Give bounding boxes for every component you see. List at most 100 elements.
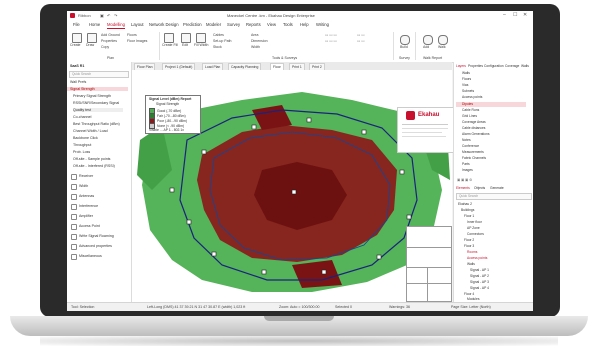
close-button[interactable]: ✕ [523, 12, 527, 18]
menu-reports[interactable]: Reports [246, 22, 261, 27]
layer-item[interactable]: Cable Runs [462, 108, 479, 112]
ribbon-cables[interactable]: Cables [213, 33, 224, 37]
ribbon-build[interactable]: Build [400, 45, 408, 49]
ribbon-extra-1[interactable]: ▭ ▭ ▭ [325, 33, 337, 37]
menu-layout[interactable]: Layout [131, 22, 144, 27]
menu-prediction[interactable]: Prediction [183, 22, 202, 27]
build-icon[interactable] [400, 35, 410, 45]
layer-item[interactable]: Measurements [462, 150, 484, 154]
left-search-field[interactable]: Quick Search [69, 71, 129, 78]
left-item-0[interactable]: Wall Prefs [70, 80, 86, 84]
ribbon-dimension[interactable]: Dimension [251, 39, 268, 43]
menu-modelling[interactable]: Modelling [107, 22, 125, 29]
status-warnings[interactable]: Warnings: 36 [389, 305, 410, 309]
tree-node[interactable]: Rooms [467, 250, 477, 254]
menu-view[interactable]: View [267, 22, 276, 27]
left-item-18[interactable]: Access Point [79, 224, 100, 228]
ribbon-extra-4[interactable]: ▭ ▭ [357, 39, 365, 43]
layer-item[interactable]: Grid Lines [462, 114, 477, 118]
left-item-8[interactable]: Backbone Click [73, 136, 98, 140]
fill-width-icon[interactable] [196, 33, 206, 43]
layer-tools-icons[interactable]: ▣ ▣ ▣ ⚙ [457, 178, 472, 182]
ribbon-copy[interactable]: Copy [101, 45, 109, 49]
left-item-10[interactable]: Prob. Loss [73, 150, 90, 154]
left-item-11[interactable]: Off-site - Sample points [73, 157, 110, 161]
lower-tab-objects[interactable]: Objects [474, 186, 485, 190]
left-item-21[interactable]: Miscellaneous [79, 254, 102, 258]
ribbon-add-ground[interactable]: Add Ground [101, 33, 120, 37]
ribbon-floor-images[interactable]: Floor Images [127, 39, 147, 43]
lower-tab-elements[interactable]: Elements [456, 186, 470, 190]
layer-item[interactable]: Subnets [462, 89, 474, 93]
ribbon-draw-label[interactable]: Draw [86, 43, 94, 47]
walk-icon[interactable] [438, 35, 448, 45]
ribbon-extra-2[interactable]: ▭ ▭ ▭ [325, 39, 337, 43]
tree-node[interactable]: Inner floor [467, 220, 482, 224]
ribbon-walk[interactable]: Walk [438, 45, 446, 49]
right-tab-configuration[interactable]: Configuration [484, 64, 504, 68]
ribbon-width[interactable]: Width [251, 45, 260, 49]
tree-node[interactable]: Walls [467, 262, 475, 266]
tree-node[interactable]: Buildings [461, 208, 474, 212]
ribbon-floors[interactable]: Floors [127, 33, 137, 37]
layer-item[interactable]: Coverage Areas [462, 120, 486, 124]
tree-node[interactable]: Floor 1 [464, 214, 474, 218]
quick-access-redo-icon[interactable]: ↷ [114, 13, 117, 18]
menu-writing[interactable]: Writing [316, 22, 329, 27]
layer-item[interactable]: Cable distances [462, 126, 485, 130]
menu-help[interactable]: Help [300, 22, 309, 27]
layer-item[interactable]: Notes [462, 138, 471, 142]
minimize-button[interactable]: – [503, 12, 506, 18]
layer-item[interactable]: Alarm Generations [462, 132, 490, 136]
left-item-15[interactable]: Antennas [79, 194, 94, 198]
right-tab-coverage[interactable]: Coverage [505, 64, 519, 68]
layer-item[interactable]: Fabric Channels [462, 156, 486, 160]
tree-node[interactable]: Signal - AP 4 [470, 286, 489, 290]
ribbon-stock[interactable]: Stock [213, 45, 222, 49]
left-item-2[interactable]: Primary Signal Strength [73, 94, 111, 98]
right-tab-layers[interactable]: Layers [456, 64, 466, 68]
ribbon-edit[interactable]: Edit [182, 43, 188, 47]
layer-item[interactable]: Images [462, 168, 473, 172]
maximize-button[interactable]: ☐ [513, 12, 517, 18]
coverage-legend[interactable]: Signal Level (dBm) Report Signal Strengt… [145, 95, 201, 134]
ribbon-add[interactable]: Add [423, 45, 429, 49]
left-item-3[interactable]: RSSI/SNR/Secondary Signal [73, 101, 119, 105]
ribbon-properties[interactable]: Properties [101, 39, 117, 43]
menu-home[interactable]: Home [89, 22, 100, 27]
create-fill-icon[interactable] [164, 33, 174, 43]
ribbon-create-fill[interactable]: Create Fill [162, 43, 178, 47]
tree-node[interactable]: Floor 3 [464, 244, 474, 248]
tree-node[interactable]: Floor 2 [464, 238, 474, 242]
menu-file[interactable]: File [73, 22, 80, 27]
ribbon-area[interactable]: Area [251, 33, 258, 37]
layer-item[interactable]: Walls [462, 71, 470, 75]
left-item-14[interactable]: Width [79, 184, 88, 188]
layer-item[interactable]: Access points [462, 95, 482, 99]
right-tab-walls[interactable]: Walls [521, 64, 529, 68]
tree-node[interactable]: AP Zone [467, 226, 480, 230]
tree-node[interactable]: Connectors [467, 232, 484, 236]
ribbon-fill-width[interactable]: Fill Width [194, 43, 208, 47]
tree-node[interactable]: Access points [467, 256, 487, 260]
right-tab-properties[interactable]: Properties [468, 64, 483, 68]
layer-item[interactable]: Parts [462, 162, 470, 166]
left-item-20[interactable]: Advanced properties [79, 244, 112, 248]
tree-node[interactable]: Signal - AP 3 [470, 280, 489, 284]
quick-access-undo-icon[interactable]: ↶ [107, 13, 110, 18]
draw-icon[interactable] [87, 33, 97, 43]
tree-node[interactable]: Signal - AP 1 [470, 268, 489, 272]
edit-icon[interactable] [181, 33, 191, 43]
quick-access-save-icon[interactable]: ▣ [100, 13, 104, 18]
tree-node[interactable]: Modules [467, 297, 479, 301]
menu-modeler[interactable]: Modeler [206, 22, 221, 27]
ribbon-setup-path[interactable]: Set-up Path [213, 39, 231, 43]
layer-item[interactable]: Conference [462, 144, 479, 148]
menu-survey[interactable]: Survey [227, 22, 240, 27]
left-item-1[interactable]: Signal Strength [67, 87, 128, 91]
left-item-5[interactable]: Co-channel [73, 115, 91, 119]
tree-node[interactable]: Ekahau 2 [458, 202, 472, 206]
tree-node[interactable]: Floor 4 [464, 292, 474, 296]
left-item-7[interactable]: Channel Width / Load [73, 129, 108, 133]
layer-item[interactable]: Floors [462, 77, 471, 81]
